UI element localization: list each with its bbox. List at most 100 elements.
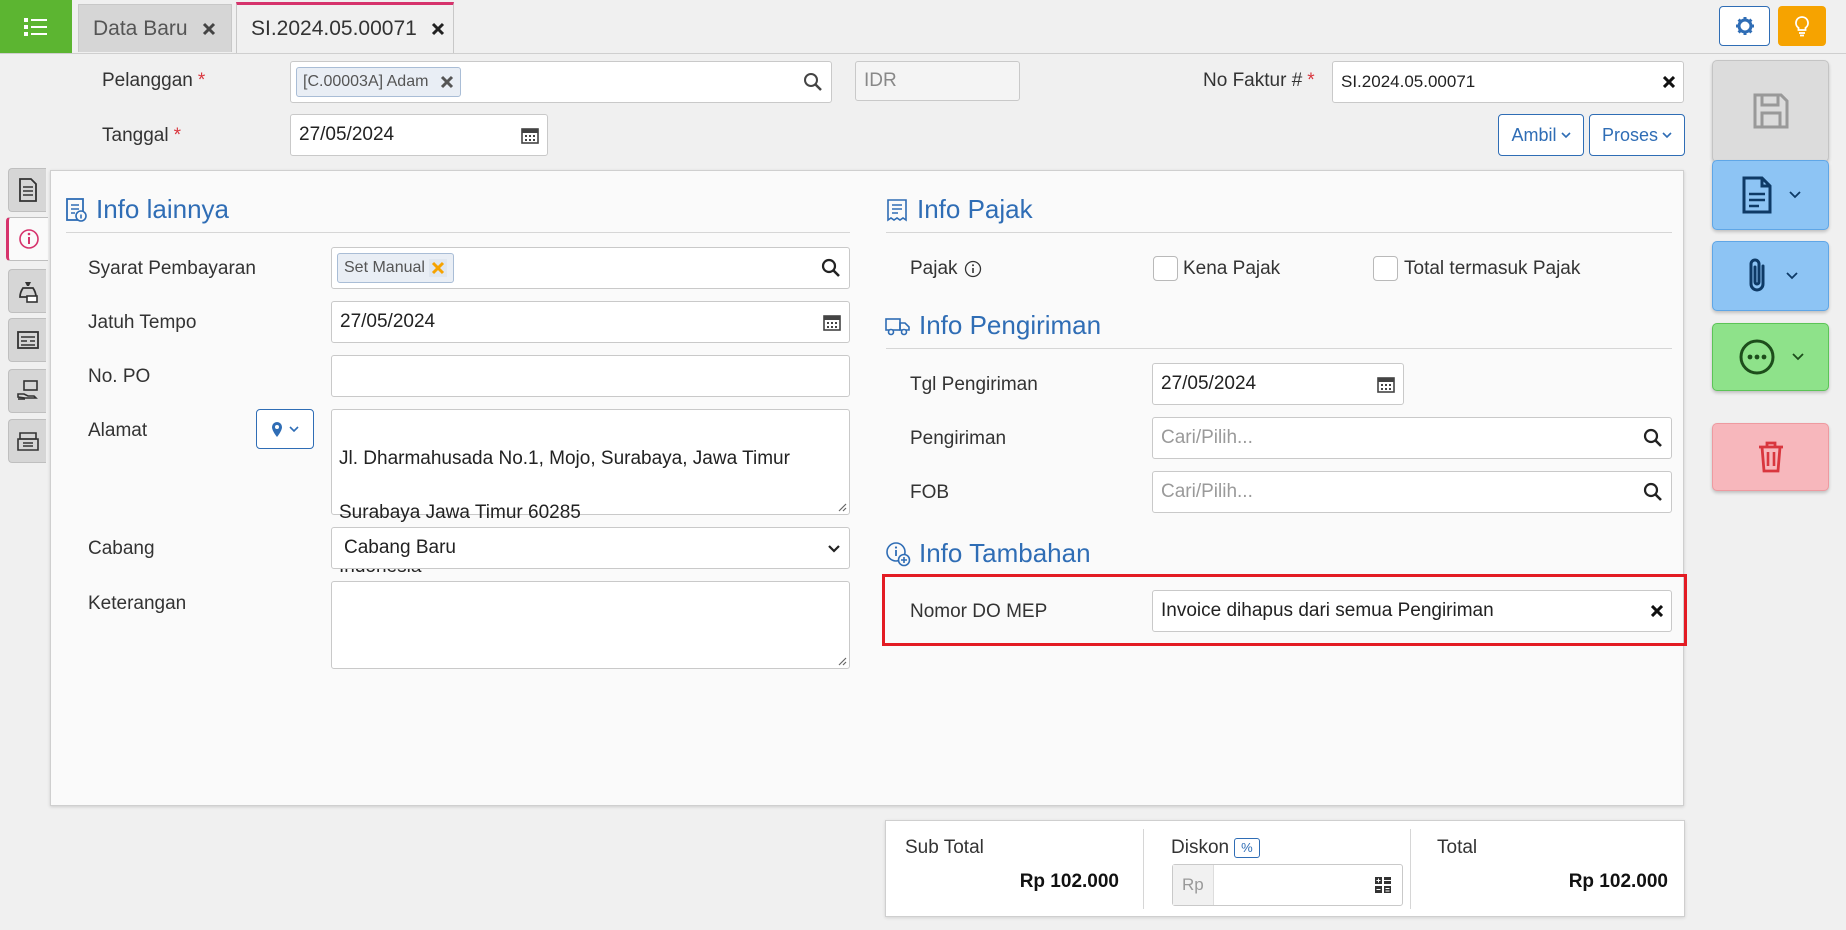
calendar-icon[interactable] — [1377, 375, 1395, 393]
side-tab-info[interactable] — [6, 217, 48, 261]
delivery-truck-icon — [885, 317, 910, 335]
resize-handle-icon[interactable] — [837, 502, 847, 512]
syarat-value: Set Manual — [344, 259, 425, 276]
close-icon[interactable] — [202, 22, 216, 36]
side-tab-pembayaran[interactable] — [8, 369, 46, 413]
fob-input[interactable]: Cari/Pilih... — [1152, 471, 1672, 513]
document-menu-button[interactable] — [1712, 160, 1829, 230]
pelanggan-input[interactable]: [C.00003A] Adam — [290, 61, 832, 103]
pelanggan-value: [C.00003A] Adam — [303, 73, 429, 90]
more-actions-button[interactable] — [1712, 323, 1829, 391]
tab-bar-divider — [0, 53, 1846, 54]
money-bag-icon — [18, 282, 38, 303]
chevron-down-icon — [1785, 272, 1798, 280]
gear-icon — [1735, 17, 1754, 35]
remove-tag-icon[interactable] — [440, 75, 454, 89]
pelanggan-tag: [C.00003A] Adam — [296, 67, 462, 97]
chevron-down-icon — [1791, 353, 1804, 361]
tab-label: SI.2024.05.00071 — [251, 17, 417, 40]
search-icon[interactable] — [1643, 482, 1663, 502]
chevron-down-icon — [1662, 131, 1672, 138]
jatuh-tempo-input[interactable]: 27/05/2024 — [331, 301, 850, 343]
total-termasuk-pajak-checkbox[interactable] — [1373, 256, 1398, 281]
cabang-label: Cabang — [88, 538, 155, 559]
close-icon[interactable] — [431, 22, 445, 36]
search-icon[interactable] — [821, 258, 841, 278]
tab-si-2024-05-00071[interactable]: SI.2024.05.00071 — [236, 2, 454, 53]
calendar-icon[interactable] — [823, 313, 841, 331]
no-faktur-label: No Faktur # * — [1203, 70, 1315, 91]
diskon-label: Diskon % — [1171, 837, 1260, 859]
chevron-down-icon — [1560, 131, 1571, 138]
remove-tag-icon[interactable] — [428, 259, 447, 277]
currency-field: IDR — [855, 61, 1020, 101]
hand-money-icon — [16, 380, 38, 400]
tab-data-baru[interactable]: Data Baru — [78, 4, 232, 52]
list-icon — [24, 18, 47, 36]
total-value: Rp 102.000 — [1568, 871, 1668, 892]
save-button[interactable] — [1712, 60, 1829, 162]
syarat-pembayaran-input[interactable]: Set Manual — [331, 247, 850, 289]
info-pengiriman-title: Info Pengiriman — [885, 310, 1101, 341]
info-tambahan-title: Info Tambahan — [885, 538, 1091, 569]
no-faktur-input[interactable]: SI.2024.05.00071 — [1332, 61, 1684, 103]
save-icon — [1753, 93, 1788, 129]
totals-divider — [1410, 829, 1411, 909]
kena-pajak-checkbox[interactable] — [1153, 256, 1178, 281]
side-tab-arsip[interactable] — [8, 419, 46, 463]
cabang-select[interactable]: Cabang Baru — [331, 527, 850, 569]
keterangan-textarea[interactable] — [331, 581, 850, 669]
pengiriman-input[interactable]: Cari/Pilih... — [1152, 417, 1672, 459]
alamat-location-button[interactable] — [256, 409, 314, 449]
alamat-line: Jl. Dharmahusada No.1, Mojo, Surabaya, J… — [339, 448, 790, 469]
document-icon — [1742, 176, 1771, 214]
attachment-button[interactable] — [1712, 241, 1829, 311]
diskon-percent-toggle[interactable]: % — [1234, 838, 1260, 858]
nomor-do-mep-label: Nomor DO MEP — [910, 601, 1048, 622]
total-termasuk-pajak-label: Total termasuk Pajak — [1404, 258, 1581, 279]
subtotal-label: Sub Total — [905, 837, 984, 858]
alamat-line: Surabaya Jawa Timur 60285 — [339, 502, 581, 523]
resize-handle-icon[interactable] — [837, 656, 847, 666]
section-divider — [886, 232, 1672, 233]
total-label: Total — [1437, 837, 1478, 858]
search-icon[interactable] — [803, 72, 823, 92]
info-icon[interactable] — [964, 260, 982, 278]
tanggal-input[interactable]: 27/05/2024 — [290, 114, 548, 156]
side-tab-uang-muka[interactable] — [8, 318, 46, 362]
alamat-textarea[interactable]: Jl. Dharmahusada No.1, Mojo, Surabaya, J… — [331, 409, 850, 577]
calendar-icon[interactable] — [521, 126, 539, 144]
keterangan-label: Keterangan — [88, 593, 187, 614]
diskon-input[interactable]: Rp — [1172, 864, 1403, 906]
pajak-label: Pajak — [910, 258, 982, 280]
totals-divider — [1143, 829, 1144, 909]
form-info-icon — [66, 197, 87, 222]
no-po-input[interactable] — [331, 355, 850, 397]
section-divider — [886, 348, 1672, 349]
diskon-prefix: Rp — [1173, 865, 1214, 905]
subtotal-value: Rp 102.000 — [1019, 871, 1119, 892]
trash-icon — [1758, 441, 1783, 473]
archive-icon — [16, 432, 39, 451]
tgl-pengiriman-input[interactable]: 27/05/2024 — [1152, 363, 1404, 405]
paperclip-icon — [1749, 258, 1764, 292]
menu-button[interactable] — [0, 0, 72, 54]
ambil-button[interactable]: Ambil — [1498, 114, 1584, 156]
side-tab-biaya[interactable] — [8, 269, 46, 313]
delete-button[interactable] — [1712, 423, 1829, 491]
map-pin-icon — [272, 421, 282, 437]
calculator-icon[interactable] — [1374, 865, 1402, 905]
search-icon[interactable] — [1643, 428, 1663, 448]
side-tab-detail[interactable] — [8, 168, 46, 212]
jatuh-tempo-label: Jatuh Tempo — [88, 312, 197, 333]
kena-pajak-label: Kena Pajak — [1183, 258, 1281, 279]
pelanggan-label: Pelanggan * — [102, 70, 206, 91]
settings-button[interactable] — [1719, 6, 1770, 46]
clear-icon[interactable] — [1651, 605, 1663, 617]
nomor-do-mep-input[interactable]: Invoice dihapus dari semua Pengiriman — [1152, 590, 1672, 632]
clear-icon[interactable] — [1663, 76, 1675, 88]
tanggal-label: Tanggal * — [102, 125, 181, 146]
chevron-down-icon — [1788, 191, 1801, 199]
proses-button[interactable]: Proses — [1589, 114, 1685, 156]
tips-button[interactable] — [1778, 6, 1826, 46]
